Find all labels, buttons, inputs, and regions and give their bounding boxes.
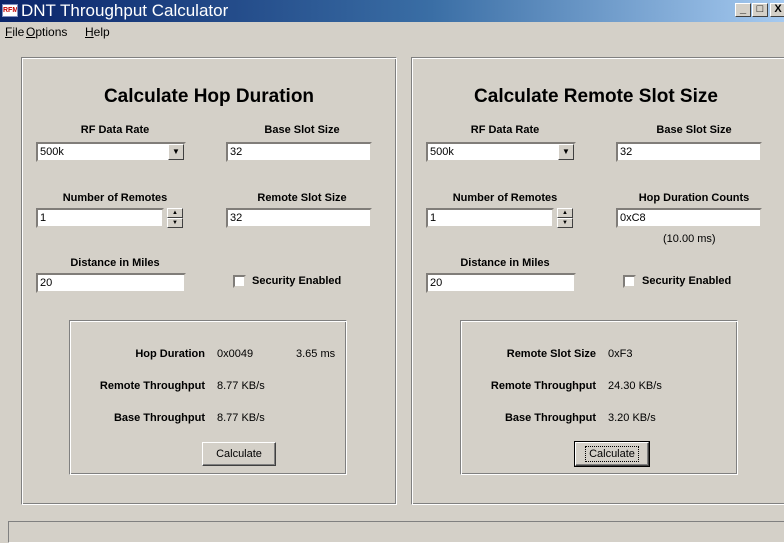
panel-title: Calculate Remote Slot Size — [474, 86, 718, 107]
rf-data-rate-value: 500k — [430, 146, 454, 158]
rf-data-rate-select[interactable]: 500k ▼ — [36, 142, 186, 162]
chevron-down-icon[interactable]: ▼ — [558, 144, 574, 160]
base-slot-size-label: Base Slot Size — [264, 124, 340, 136]
rf-data-rate-select[interactable]: 500k ▼ — [426, 142, 576, 162]
base-throughput-label: Base Throughput — [113, 412, 205, 424]
menu-bar: File Options Help — [0, 22, 784, 42]
hop-duration-hex: 0x0049 — [217, 348, 254, 360]
remotes-spinner[interactable]: ▲ ▼ — [557, 208, 573, 228]
security-enabled-checkbox[interactable] — [623, 275, 636, 288]
number-of-remotes-label: Number of Remotes — [62, 192, 168, 204]
remote-throughput-label: Remote Throughput — [490, 380, 596, 392]
hop-duration-counts-input[interactable]: 0xC8 — [616, 208, 762, 228]
base-throughput-value: 8.77 KB/s — [217, 412, 265, 424]
remote-slot-size-panel: Calculate Remote Slot Size RF Data Rate … — [411, 57, 784, 505]
menu-file[interactable]: File — [5, 25, 24, 39]
security-enabled-label[interactable]: Security Enabled — [252, 275, 341, 287]
remote-slot-size-value: 0xF3 — [608, 348, 633, 360]
status-bar — [8, 521, 784, 543]
spin-down-icon[interactable]: ▼ — [167, 218, 183, 228]
calculate-button[interactable]: Calculate — [574, 441, 650, 467]
menu-options[interactable]: Options — [26, 25, 67, 39]
window-title: DNT Throughput Calculator — [21, 1, 229, 20]
app-icon: RFM — [2, 4, 18, 17]
calculate-button-label: Calculate — [585, 446, 639, 462]
results-box: Hop Duration 0x0049 3.65 ms Remote Throu… — [69, 320, 347, 475]
base-slot-size-input[interactable]: 32 — [226, 142, 372, 162]
minimize-button[interactable]: _ — [735, 3, 751, 17]
remote-slot-size-label: Remote Slot Size — [506, 348, 596, 360]
number-of-remotes-label: Number of Remotes — [452, 192, 558, 204]
results-box: Remote Slot Size 0xF3 Remote Throughput … — [460, 320, 738, 475]
rf-data-rate-value: 500k — [40, 146, 64, 158]
number-of-remotes-input[interactable]: 1 — [36, 208, 164, 228]
remote-slot-size-input[interactable]: 32 — [226, 208, 372, 228]
hop-duration-counts-ms: (10.00 ms) — [663, 233, 716, 245]
security-enabled-label[interactable]: Security Enabled — [642, 275, 731, 287]
distance-label: Distance in Miles — [460, 257, 550, 269]
maximize-button[interactable]: □ — [752, 3, 768, 17]
remotes-spinner[interactable]: ▲ ▼ — [167, 208, 183, 228]
base-throughput-value: 3.20 KB/s — [608, 412, 656, 424]
remote-throughput-value: 24.30 KB/s — [608, 380, 662, 392]
base-slot-size-label: Base Slot Size — [656, 124, 732, 136]
hop-duration-panel: Calculate Hop Duration RF Data Rate 500k… — [21, 57, 397, 505]
spin-up-icon[interactable]: ▲ — [167, 208, 183, 218]
rf-data-rate-label: RF Data Rate — [80, 124, 150, 136]
menu-help[interactable]: Help — [85, 25, 110, 39]
distance-input[interactable]: 20 — [426, 273, 576, 293]
calculate-button[interactable]: Calculate — [202, 442, 276, 466]
spin-down-icon[interactable]: ▼ — [557, 218, 573, 228]
number-of-remotes-input[interactable]: 1 — [426, 208, 554, 228]
base-slot-size-input[interactable]: 32 — [616, 142, 762, 162]
remote-throughput-value: 8.77 KB/s — [217, 380, 265, 392]
close-button[interactable]: X — [770, 3, 784, 17]
hop-duration-ms: 3.65 ms — [296, 348, 336, 360]
security-enabled-checkbox[interactable] — [233, 275, 246, 288]
hop-duration-label: Hop Duration — [135, 348, 205, 360]
panel-title: Calculate Hop Duration — [103, 86, 315, 107]
distance-label: Distance in Miles — [70, 257, 160, 269]
rf-data-rate-label: RF Data Rate — [470, 124, 540, 136]
remote-throughput-label: Remote Throughput — [99, 380, 205, 392]
base-throughput-label: Base Throughput — [504, 412, 596, 424]
remote-slot-size-label: Remote Slot Size — [257, 192, 347, 204]
chevron-down-icon[interactable]: ▼ — [168, 144, 184, 160]
hop-duration-counts-label: Hop Duration Counts — [638, 192, 750, 204]
title-bar[interactable]: RFM DNT Throughput Calculator _ □ X — [0, 0, 784, 22]
distance-input[interactable]: 20 — [36, 273, 186, 293]
spin-up-icon[interactable]: ▲ — [557, 208, 573, 218]
